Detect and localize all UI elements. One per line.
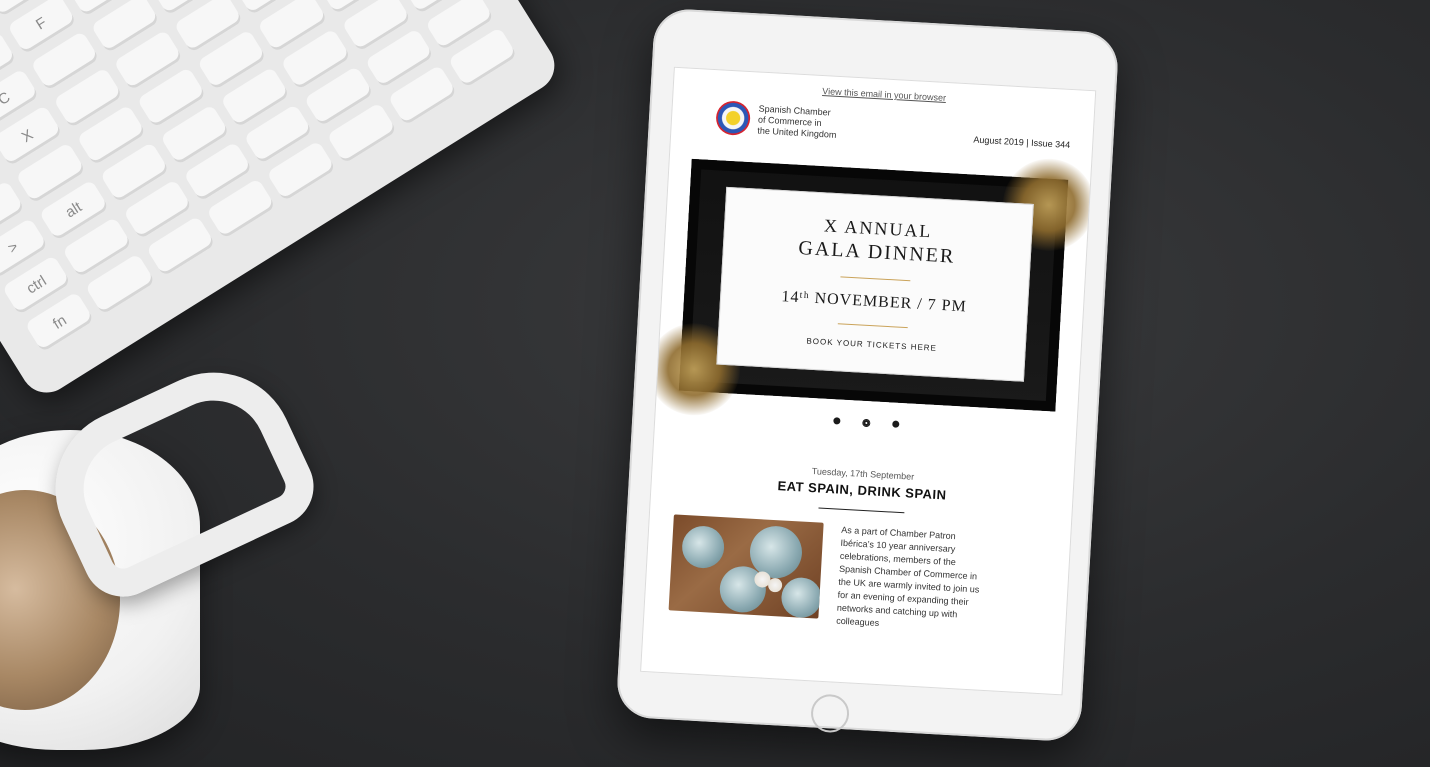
gala-invite-card: X ANNUAL GALA DINNER 14ᵗʰ NOVEMBER / 7 P… bbox=[716, 186, 1034, 382]
carousel-dots bbox=[655, 407, 1076, 438]
org-brand: Spanish Chamber of Commerce in the Unite… bbox=[715, 100, 838, 141]
food-item-icon bbox=[767, 577, 783, 593]
event-description: As a part of Chamber Patron Ibérica’s 10… bbox=[835, 524, 980, 629]
carousel-dot[interactable] bbox=[861, 418, 871, 428]
photo-scene: 3 E € R T B W D F V S C A X bbox=[0, 0, 1430, 767]
carousel-dot[interactable] bbox=[832, 417, 841, 425]
gala-hero-banner[interactable]: X ANNUAL GALA DINNER 14ᵗʰ NOVEMBER / 7 P… bbox=[645, 156, 1097, 418]
issue-label: August 2019 | Issue 344 bbox=[973, 134, 1071, 150]
keyboard-keys: 3 E € R T B W D F V S C A X bbox=[0, 0, 518, 353]
book-tickets-link[interactable]: BOOK YOUR TICKETS HERE bbox=[719, 332, 1025, 358]
gold-divider bbox=[840, 276, 911, 282]
gold-divider bbox=[837, 323, 908, 329]
tablet: View this email in your browser Spanish … bbox=[615, 7, 1120, 743]
event-food-image[interactable] bbox=[668, 514, 824, 619]
carousel-dot[interactable] bbox=[891, 420, 899, 428]
keyboard: 3 E € R T B W D F V S C A X bbox=[0, 0, 565, 403]
org-name: Spanish Chamber of Commerce in the Unite… bbox=[757, 103, 838, 140]
tablet-screen: View this email in your browser Spanish … bbox=[640, 66, 1097, 696]
tablet-home-button[interactable] bbox=[810, 693, 851, 734]
plate-icon bbox=[680, 524, 726, 570]
gala-date: 14ᵗʰ NOVEMBER / 7 PM bbox=[780, 288, 968, 316]
plate-icon bbox=[780, 576, 823, 619]
event-body: As a part of Chamber Patron Ibérica’s 10… bbox=[644, 499, 1071, 640]
org-logo-icon bbox=[715, 100, 752, 137]
